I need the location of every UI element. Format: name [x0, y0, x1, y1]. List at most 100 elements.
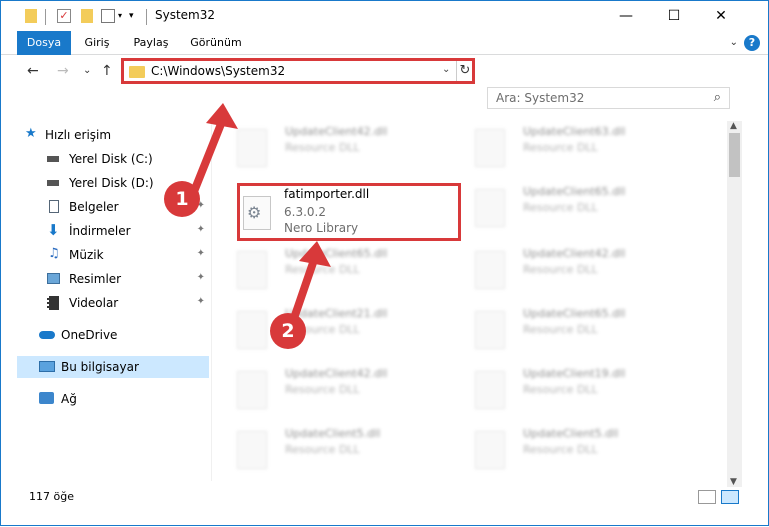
scroll-down-icon[interactable]: ▼ — [730, 477, 737, 487]
list-item[interactable]: UpdateClient42.dll Resource DLL — [213, 363, 443, 415]
pictures-icon — [47, 273, 60, 284]
sidebar-item-disk-c[interactable]: Yerel Disk (C:) — [29, 148, 209, 170]
up-button[interactable]: ↑ — [101, 63, 113, 79]
file-description: Resource DLL — [285, 383, 360, 396]
tab-view[interactable]: Görünüm — [187, 31, 245, 55]
search-input[interactable]: Ara: System32 ⌕ — [487, 87, 730, 109]
sidebar-item-network[interactable]: Ağ — [17, 388, 209, 410]
refresh-button[interactable]: ↻ — [456, 61, 473, 81]
divider — [45, 9, 46, 25]
pin-icon[interactable]: ✦ — [197, 272, 205, 283]
sidebar-item-this-pc[interactable]: Bu bilgisayar — [17, 356, 209, 378]
sidebar-item-music[interactable]: ♫ Müzik ✦ — [29, 244, 209, 266]
list-item[interactable]: UpdateClient19.dll Resource DLL — [451, 363, 681, 415]
list-item[interactable]: UpdateClient5.dll Resource DLL — [451, 423, 681, 475]
sidebar-item-label: Müzik — [69, 248, 104, 262]
dll-file-icon — [475, 431, 505, 469]
minimize-button[interactable]: — — [603, 1, 649, 31]
sidebar-item-pictures[interactable]: Resimler ✦ — [29, 268, 209, 290]
sidebar-item-videos[interactable]: Videolar ✦ — [29, 292, 209, 314]
sidebar-item-quick-access[interactable]: ★ Hızlı erişim — [21, 124, 213, 146]
list-item[interactable]: UpdateClient65.dll Resource DLL — [213, 243, 443, 295]
file-description: Resource DLL — [523, 443, 598, 456]
dll-file-icon — [237, 129, 267, 167]
pin-icon[interactable]: ✦ — [197, 224, 205, 235]
status-bar: 117 öğe — [1, 487, 768, 525]
divider — [146, 9, 147, 25]
network-icon — [39, 392, 54, 404]
maximize-button[interactable]: ☐ — [651, 1, 697, 31]
file-name: UpdateClient63.dll — [523, 125, 626, 138]
file-explorer-window: ✓ ▾ ▾ System32 — ☐ ✕ Dosya Giriş Paylaş … — [0, 0, 769, 526]
sidebar-item-downloads[interactable]: ⬇ İndirmeler ✦ — [29, 220, 209, 242]
back-button[interactable]: ← — [27, 63, 39, 79]
file-description: Resource DLL — [285, 443, 360, 456]
tab-file[interactable]: Dosya — [17, 31, 71, 55]
pin-icon[interactable]: ✦ — [197, 248, 205, 259]
downloads-icon: ⬇ — [47, 221, 60, 239]
file-name: UpdateClient65.dll — [523, 307, 626, 320]
list-item[interactable]: UpdateClient63.dll Resource DLL — [451, 121, 681, 173]
cloud-icon — [39, 331, 55, 339]
help-icon[interactable]: ? — [744, 35, 760, 51]
chevron-down-icon[interactable]: ▾ — [118, 11, 122, 27]
tab-home[interactable]: Giriş — [79, 31, 115, 55]
dll-file-icon — [475, 251, 505, 289]
file-description: Resource DLL — [285, 263, 360, 276]
file-description: Resource DLL — [285, 141, 360, 154]
dll-file-icon — [475, 311, 505, 349]
file-name: UpdateClient65.dll — [523, 185, 626, 198]
dll-file-icon — [475, 371, 505, 409]
search-placeholder: Ara: System32 — [496, 91, 585, 105]
file-name: UpdateClient19.dll — [523, 367, 626, 380]
file-description: Resource DLL — [523, 323, 598, 336]
address-bar[interactable]: C:\Windows\System32 ⌄ ↻ — [121, 58, 475, 84]
sidebar-item-label: Yerel Disk (D:) — [69, 176, 154, 190]
file-name: fatimporter.dll — [284, 187, 370, 201]
details-view-button[interactable] — [698, 490, 716, 504]
folder-icon — [129, 66, 145, 78]
sidebar-item-label: Bu bilgisayar — [61, 360, 139, 374]
list-item[interactable]: UpdateClient65.dll Resource DLL — [451, 181, 681, 233]
dll-file-icon — [237, 371, 267, 409]
gear-icon: ⚙ — [247, 203, 262, 222]
list-item[interactable]: UpdateClient42.dll Resource DLL — [451, 243, 681, 295]
close-button[interactable]: ✕ — [698, 1, 744, 31]
forward-button[interactable]: → — [57, 63, 69, 79]
ribbon-tabs: Dosya Giriş Paylaş Görünüm ⌄ ? — [1, 31, 768, 55]
address-row: ← → ⌄ ↑ C:\Windows\System32 ⌄ ↻ — [1, 55, 768, 89]
sidebar-item-onedrive[interactable]: OneDrive — [17, 324, 209, 346]
pin-icon[interactable]: ✦ — [197, 296, 205, 307]
list-item[interactable]: UpdateClient65.dll Resource DLL — [451, 303, 681, 355]
vertical-scrollbar[interactable]: ▲ ▼ — [727, 121, 742, 487]
tab-share[interactable]: Paylaş — [129, 31, 173, 55]
search-icon[interactable]: ⌕ — [714, 90, 721, 105]
address-path[interactable]: C:\Windows\System32 — [151, 64, 285, 78]
music-icon: ♫ — [48, 246, 60, 261]
list-item[interactable]: UpdateClient42.dll Resource DLL — [213, 121, 443, 173]
file-description: Resource DLL — [523, 263, 598, 276]
scrollbar-thumb[interactable] — [729, 133, 740, 177]
list-item[interactable]: UpdateClient21.dll Resource DLL — [213, 303, 443, 355]
quick-access-dropdown-icon[interactable]: ▾ — [129, 11, 134, 27]
folder-icon[interactable] — [25, 9, 37, 23]
file-description: Resource DLL — [523, 141, 598, 154]
dll-file-icon — [475, 189, 505, 227]
list-item[interactable]: UpdateClient5.dll Resource DLL — [213, 423, 443, 475]
file-description: Nero Library — [284, 221, 359, 235]
scroll-up-icon[interactable]: ▲ — [730, 121, 737, 131]
step-1-badge: 1 — [164, 181, 200, 217]
recent-locations-button[interactable]: ⌄ — [83, 65, 91, 76]
expand-ribbon-icon[interactable]: ⌄ — [730, 37, 738, 48]
highlighted-file-item[interactable]: ⚙ fatimporter.dll 6.3.0.2 Nero Library — [237, 183, 461, 241]
item-count: 117 öğe — [29, 490, 74, 503]
sidebar-item-label: İndirmeler — [69, 224, 131, 238]
customize-icon[interactable] — [101, 9, 115, 23]
file-name: UpdateClient42.dll — [523, 247, 626, 260]
large-icons-view-button[interactable] — [721, 490, 739, 504]
properties-icon[interactable]: ✓ — [57, 9, 71, 23]
file-description: Resource DLL — [523, 201, 598, 214]
new-folder-icon[interactable] — [81, 9, 93, 23]
address-dropdown-icon[interactable]: ⌄ — [442, 64, 450, 75]
file-version: 6.3.0.2 — [284, 205, 326, 219]
